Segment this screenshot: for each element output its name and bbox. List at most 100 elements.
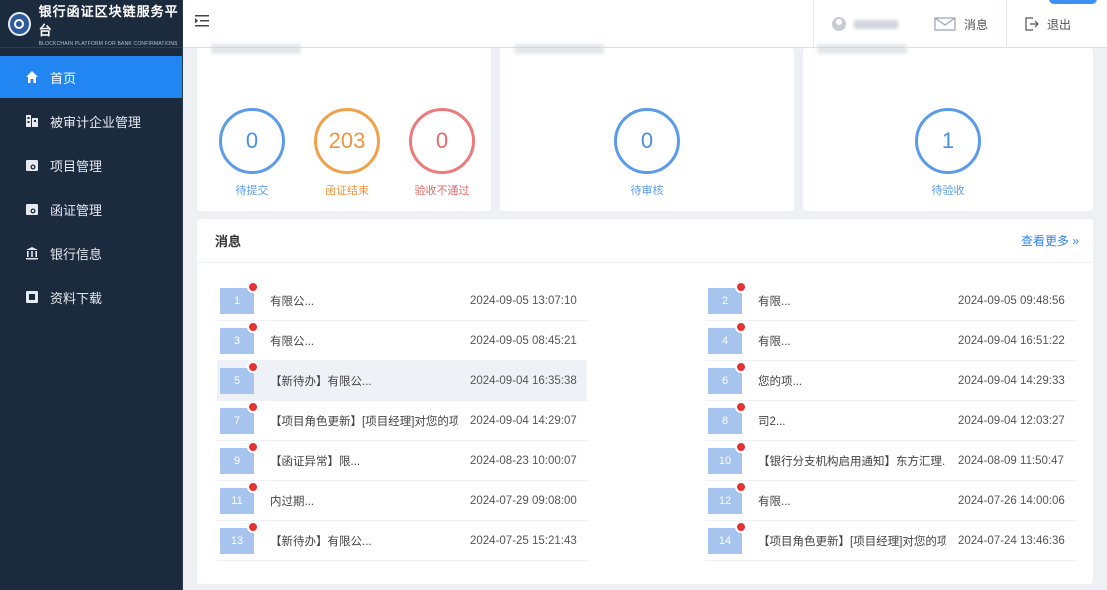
message-time: 2024-07-26 14:00:06 <box>958 494 1065 507</box>
logout-label: 退出 <box>1046 17 1071 32</box>
message-time: 2024-09-05 08:45:21 <box>470 334 577 347</box>
message-text: 【新待办】有限公... <box>270 535 372 548</box>
messages-button[interactable]: 消息 <box>916 0 1006 48</box>
message-number: 4 <box>721 334 729 347</box>
message-number-badge: 5 <box>220 360 259 394</box>
stat-ring: 203 <box>314 108 380 174</box>
sidebar-item-home[interactable]: 首页 <box>0 56 182 98</box>
message-number-badge: 9 <box>220 440 259 474</box>
sidebar-item-label: 资料下载 <box>50 290 103 306</box>
top-header: 消息 退出 <box>183 0 1107 48</box>
logo-title: 银行函证区块链服务平台 <box>38 4 179 39</box>
stat-pending-acceptance[interactable]: 1 待验收 <box>908 108 988 198</box>
message-row[interactable]: 12 有限... 2024-07-26 14:00:06 <box>705 480 1075 521</box>
unread-dot-icon <box>735 320 747 333</box>
message-row[interactable]: 1 有限公... 2024-09-05 13:07:10 <box>217 280 587 321</box>
messages-title: 消息 <box>215 234 242 249</box>
message-row[interactable]: 2 有限... 2024-09-05 09:48:56 <box>705 280 1075 321</box>
folder-icon <box>24 158 40 172</box>
message-row[interactable]: 14 【项目角色更新】[项目经理]对您的项... 2024-07-24 13:46:… <box>705 520 1075 561</box>
message-number: 6 <box>721 374 729 387</box>
message-row[interactable]: 5 【新待办】有限公... 2024-09-04 16:35:38 <box>217 360 587 401</box>
card-title-redacted <box>211 40 301 56</box>
sidebar-item-projects[interactable]: 项目管理 <box>0 144 182 186</box>
stat-label: 待验收 <box>931 185 965 197</box>
sidebar: 银行函证区块链服务平台 BLOCKCHAIN PLATFORM FOR BANK… <box>0 0 183 590</box>
unread-dot-icon <box>247 280 259 293</box>
message-row[interactable]: 11 内过期... 2024-07-29 09:08:00 <box>217 480 587 521</box>
folder-icon <box>24 202 40 216</box>
message-row[interactable]: 3 有限公... 2024-09-05 08:45:21 <box>217 320 587 361</box>
message-number: 10 <box>718 454 732 467</box>
message-time: 2024-09-04 14:29:07 <box>470 414 577 427</box>
message-number-badge: 1 <box>220 280 259 314</box>
message-text: 有限公... <box>270 295 315 308</box>
messages-list-left: 1 有限公... 2024-09-05 13:07:10 3 有限公... 2024-09… <box>217 280 587 561</box>
message-time: 2024-09-04 16:51:22 <box>958 334 1065 347</box>
message-time: 2024-07-29 09:08:00 <box>470 494 577 507</box>
message-text: 内过期... <box>270 495 315 508</box>
message-number: 5 <box>233 374 241 387</box>
logo[interactable]: 银行函证区块链服务平台 BLOCKCHAIN PLATFORM FOR BANK… <box>0 0 182 48</box>
stat-pending-review[interactable]: 0 待审核 <box>607 108 687 198</box>
home-icon <box>24 70 40 84</box>
unread-dot-icon <box>735 400 747 413</box>
message-number-badge: 10 <box>708 440 747 474</box>
message-row[interactable]: 13 【新待办】有限公... 2024-07-25 15:21:43 <box>217 520 587 561</box>
sidebar-item-bank-info[interactable]: 银行信息 <box>0 232 182 274</box>
sidebar-item-audited-companies[interactable]: 被审计企业管理 <box>0 100 182 142</box>
logout-button[interactable]: 退出 <box>1005 0 1107 48</box>
stat-card-review: 0 待审核 <box>500 44 794 211</box>
unread-dot-icon <box>735 440 747 453</box>
message-text: 【银行分支机构启用通知】东方汇理... <box>758 455 946 468</box>
message-text: 有限... <box>758 495 791 508</box>
message-number: 11 <box>231 494 243 507</box>
unread-dot-icon <box>735 360 747 373</box>
download-icon <box>24 290 40 304</box>
message-text: 您的项... <box>758 375 803 388</box>
stat-label: 待审核 <box>630 185 664 197</box>
unread-dot-icon <box>735 280 747 293</box>
logo-emblem-icon <box>8 11 31 36</box>
message-number: 7 <box>233 414 241 427</box>
message-row[interactable]: 10 【银行分支机构启用通知】东方汇理... 2024-08-09 11:50:47 <box>705 440 1075 481</box>
message-number-badge: 4 <box>708 320 747 354</box>
message-time: 2024-09-04 14:29:33 <box>958 374 1065 387</box>
stat-acceptance-failed[interactable]: 0 验收不通过 <box>402 108 482 198</box>
stat-ring: 0 <box>219 108 285 174</box>
bank-icon <box>24 246 40 260</box>
view-more-link[interactable]: 查看更多 » <box>1021 232 1079 249</box>
menu-collapse-icon[interactable] <box>195 14 211 33</box>
building-icon <box>24 114 40 128</box>
message-number: 13 <box>230 534 244 547</box>
message-time: 2024-09-04 12:03:27 <box>958 414 1065 427</box>
message-time: 2024-09-04 16:35:38 <box>470 374 577 387</box>
username-redacted <box>853 19 898 29</box>
message-row[interactable]: 9 【函证异常】限... 2024-08-23 10:00:07 <box>217 440 587 481</box>
sidebar-item-confirmations[interactable]: 函证管理 <box>0 188 182 230</box>
unread-dot-icon <box>247 320 259 333</box>
stat-ring: 0 <box>409 108 475 174</box>
message-number-badge: 13 <box>220 520 259 554</box>
message-number-badge: 12 <box>708 480 747 514</box>
stat-confirmation-finished[interactable]: 203 函证结束 <box>307 108 387 198</box>
card-title-redacted <box>514 40 604 56</box>
message-text: 【新待办】有限公... <box>270 375 372 388</box>
messages-list-right: 2 有限... 2024-09-05 09:48:56 4 有限... 2024-09-0… <box>705 280 1075 561</box>
unread-dot-icon <box>735 480 747 493</box>
sidebar-item-label: 项目管理 <box>50 158 103 174</box>
message-row[interactable]: 4 有限... 2024-09-04 16:51:22 <box>705 320 1075 361</box>
message-time: 2024-09-05 13:07:10 <box>470 294 577 307</box>
message-number-badge: 6 <box>708 360 747 394</box>
message-number-badge: 3 <box>220 320 259 354</box>
message-row[interactable]: 7 【项目角色更新】[项目经理]对您的项... 2024-09-04 14:29:0… <box>217 400 587 441</box>
message-time: 2024-08-23 10:00:07 <box>470 454 577 467</box>
sidebar-menu: 首页 被审计企业管理 项目管理 函证管理 银行信息 资料下载 <box>0 48 182 318</box>
messages-panel: 消息 查看更多 » 1 有限公... 2024-09-05 13:07:10 3 有限公… <box>197 219 1093 584</box>
sidebar-item-downloads[interactable]: 资料下载 <box>0 276 182 318</box>
messages-label: 消息 <box>963 17 988 32</box>
message-number-badge: 11 <box>220 480 259 514</box>
message-row[interactable]: 8 司2... 2024-09-04 12:03:27 <box>705 400 1075 441</box>
stat-pending-submit[interactable]: 0 待提交 <box>212 108 292 198</box>
message-row[interactable]: 6 您的项... 2024-09-04 14:29:33 <box>705 360 1075 401</box>
